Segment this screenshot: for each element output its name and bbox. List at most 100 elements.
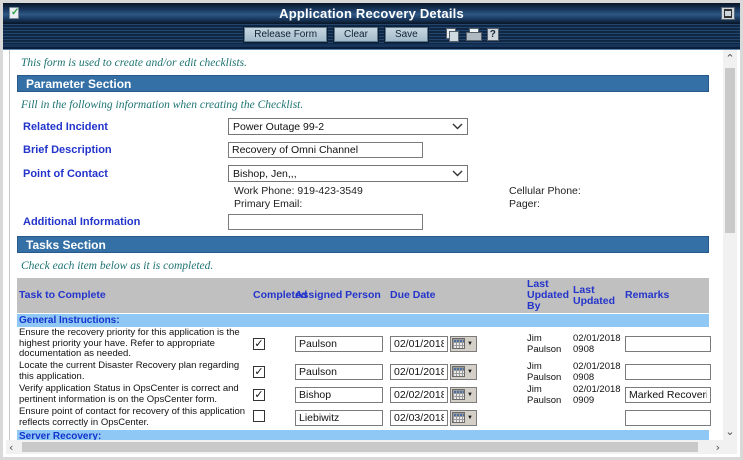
window-titlebar: ✓ Application Recovery Details bbox=[3, 3, 740, 24]
contact-primary-email: Primary Email: bbox=[234, 198, 509, 211]
point-of-contact-row: Point of Contact Bishop, Jen,,, bbox=[17, 165, 723, 182]
scroll-right-button[interactable]: › bbox=[716, 441, 720, 454]
related-incident-select[interactable]: Power Outage 99-2 bbox=[228, 118, 468, 135]
contact-pager: Pager: bbox=[509, 198, 581, 211]
date-picker-button[interactable]: ▼ bbox=[450, 336, 477, 352]
completed-cell: ✓ bbox=[251, 366, 293, 378]
calendar-icon bbox=[452, 389, 465, 400]
copy-icon[interactable] bbox=[445, 28, 459, 41]
due-date-cell: ▼ bbox=[388, 336, 525, 352]
dropdown-arrow-icon: ▼ bbox=[465, 415, 475, 421]
date-picker-button[interactable]: ▼ bbox=[450, 387, 477, 403]
last-updated: 02/01/20180908 bbox=[571, 361, 623, 383]
form-content: This form is used to create and/or edit … bbox=[9, 50, 723, 440]
last-updated-date: 02/01/2018 bbox=[573, 384, 621, 395]
last-updated-time: 0908 bbox=[573, 372, 621, 383]
additional-information-input[interactable] bbox=[228, 214, 423, 230]
last-updated-time: 0908 bbox=[573, 344, 621, 355]
column-header: Last Updated bbox=[571, 278, 623, 313]
date-picker-button[interactable]: ▼ bbox=[450, 364, 477, 380]
form-note: This form is used to create and/or edit … bbox=[21, 57, 723, 69]
calendar-icon bbox=[452, 366, 465, 377]
task-text: Locate the current Disaster Recovery pla… bbox=[17, 361, 251, 382]
chevron-down-icon bbox=[452, 170, 463, 177]
point-of-contact-select[interactable]: Bishop, Jen,,, bbox=[228, 165, 468, 182]
due-date-input[interactable] bbox=[390, 364, 448, 380]
completed-checkbox[interactable] bbox=[253, 410, 265, 422]
date-picker-button[interactable]: ▼ bbox=[450, 410, 477, 426]
help-icon[interactable]: ? bbox=[487, 28, 499, 41]
contact-work-phone: Work Phone: 919-423-3549 bbox=[234, 185, 509, 198]
save-button[interactable]: Save bbox=[385, 27, 428, 42]
remarks-input[interactable] bbox=[625, 364, 711, 380]
remarks-input[interactable] bbox=[625, 387, 711, 403]
last-updated: 02/01/20180909 bbox=[571, 384, 623, 406]
vertical-scrollbar[interactable]: ⌃ ⌄ bbox=[723, 50, 737, 440]
due-date-input[interactable] bbox=[390, 336, 448, 352]
remarks-input[interactable] bbox=[625, 410, 711, 426]
related-incident-row: Related Incident Power Outage 99-2 bbox=[17, 118, 723, 135]
dropdown-arrow-icon: ▼ bbox=[465, 392, 475, 398]
horizontal-scrollbar[interactable]: ‹ › bbox=[6, 440, 723, 454]
task-row: Verify application Status in OpsCenter i… bbox=[17, 384, 709, 406]
tasks-section-note: Check each item below as it is completed… bbox=[21, 260, 723, 272]
contact-details: Work Phone: 919-423-3549 Primary Email: … bbox=[234, 185, 723, 210]
dropdown-arrow-icon: ▼ bbox=[465, 369, 475, 375]
checklist-icon: ✓ bbox=[9, 7, 21, 20]
parameter-section-note: Fill in the following information when c… bbox=[21, 99, 723, 111]
due-date-input[interactable] bbox=[390, 387, 448, 403]
completed-cell: ✓ bbox=[251, 338, 293, 350]
remarks-cell bbox=[623, 336, 715, 352]
last-updated-by: Jim Paulson bbox=[525, 384, 571, 406]
task-group-row: Server Recovery: bbox=[17, 430, 709, 441]
restore-window-button[interactable] bbox=[721, 7, 735, 20]
scroll-left-button[interactable]: ‹ bbox=[9, 441, 13, 454]
completed-checkbox[interactable]: ✓ bbox=[253, 338, 265, 350]
due-date-cell: ▼ bbox=[388, 387, 525, 403]
task-table-body: General Instructions:Ensure the recovery… bbox=[17, 314, 709, 440]
last-updated-by: Jim Paulson bbox=[525, 361, 571, 383]
related-incident-label: Related Incident bbox=[17, 121, 228, 133]
due-date-cell: ▼ bbox=[388, 410, 525, 426]
completed-checkbox[interactable]: ✓ bbox=[253, 366, 265, 378]
assigned-person-input[interactable] bbox=[295, 410, 383, 426]
remarks-cell bbox=[623, 387, 715, 403]
last-updated-date: 02/01/2018 bbox=[573, 361, 621, 372]
brief-description-row: Brief Description bbox=[17, 142, 723, 158]
contact-cellular-phone: Cellular Phone: bbox=[509, 185, 581, 198]
chevron-down-icon bbox=[452, 123, 463, 130]
additional-information-row: Additional Information bbox=[17, 214, 723, 230]
print-icon[interactable] bbox=[466, 28, 480, 41]
toolbar: Release Form Clear Save ? bbox=[3, 24, 740, 44]
remarks-input[interactable] bbox=[625, 336, 711, 352]
last-updated: 02/01/20180908 bbox=[571, 333, 623, 355]
column-header: Due Date bbox=[388, 278, 525, 313]
scroll-down-button[interactable]: ⌄ bbox=[723, 425, 737, 438]
scroll-up-button[interactable]: ⌃ bbox=[723, 52, 737, 65]
clear-button[interactable]: Clear bbox=[334, 27, 378, 42]
brief-description-input[interactable] bbox=[228, 142, 423, 158]
remarks-cell bbox=[623, 410, 715, 426]
horizontal-scroll-thumb[interactable] bbox=[22, 442, 698, 452]
assigned-cell bbox=[293, 364, 388, 380]
app-window: ✓ Application Recovery Details Release F… bbox=[0, 0, 743, 460]
page-title: Application Recovery Details bbox=[3, 6, 740, 21]
task-text: Ensure the recovery priority for this ap… bbox=[17, 328, 251, 360]
completed-cell bbox=[251, 410, 293, 425]
vertical-scroll-thumb[interactable] bbox=[725, 68, 735, 233]
completed-cell: ✓ bbox=[251, 389, 293, 401]
release-form-button[interactable]: Release Form bbox=[244, 27, 327, 42]
toolbar-icon-group: ? bbox=[445, 28, 499, 41]
assigned-person-input[interactable] bbox=[295, 336, 383, 352]
task-row: Ensure point of contact for recovery of … bbox=[17, 407, 709, 429]
assigned-person-input[interactable] bbox=[295, 364, 383, 380]
assigned-person-input[interactable] bbox=[295, 387, 383, 403]
assigned-cell bbox=[293, 410, 388, 426]
column-header: Task to Complete bbox=[17, 278, 251, 313]
completed-checkbox[interactable]: ✓ bbox=[253, 389, 265, 401]
task-table-header: Task to CompleteCompletedAssigned Person… bbox=[17, 278, 709, 313]
assigned-cell bbox=[293, 336, 388, 352]
column-header: Completed bbox=[251, 278, 293, 313]
additional-information-label: Additional Information bbox=[17, 216, 228, 228]
due-date-input[interactable] bbox=[390, 410, 448, 426]
